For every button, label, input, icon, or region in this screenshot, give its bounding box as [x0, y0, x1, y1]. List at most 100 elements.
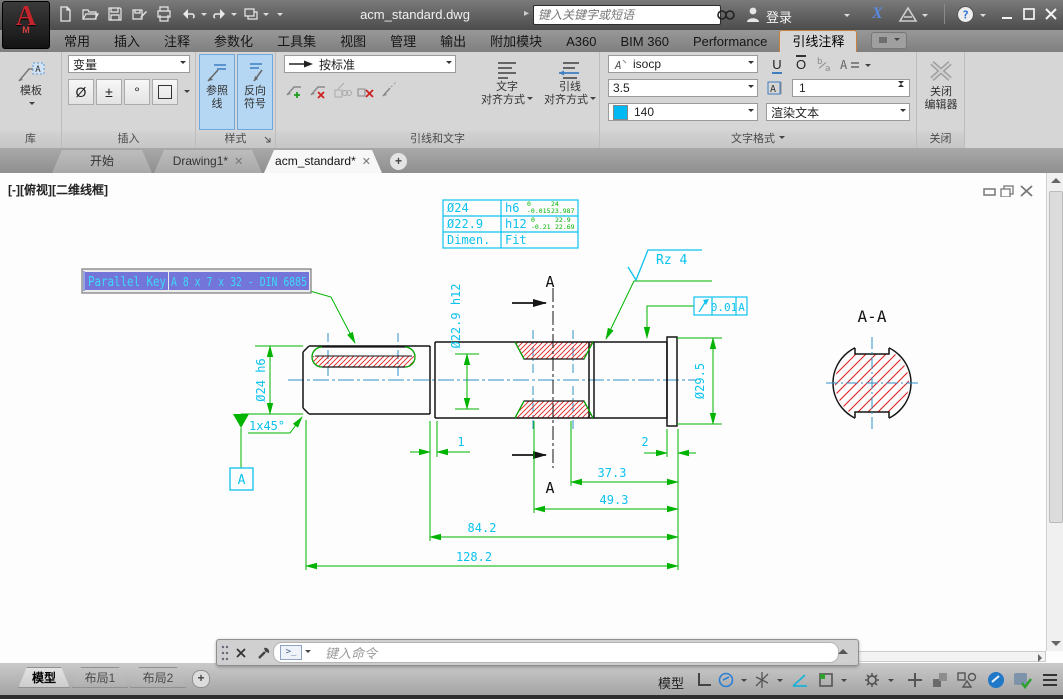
maximize-button[interactable]	[1018, 6, 1040, 22]
command-input[interactable]: >_ 键入命令	[273, 642, 839, 663]
settings-dropdown-icon[interactable]	[888, 679, 894, 685]
tab-insert[interactable]: 插入	[102, 31, 152, 52]
a360-icon[interactable]	[898, 6, 918, 26]
degree-symbol-button[interactable]: °	[124, 79, 150, 105]
dynamic-input-icon[interactable]	[716, 670, 736, 690]
scroll-down-icon[interactable]	[1051, 641, 1061, 646]
grid-icon[interactable]	[694, 670, 714, 690]
reverse-symbol-toggle[interactable]: 反向 符号	[237, 54, 273, 130]
tracking-spinner[interactable]: 1	[792, 79, 910, 97]
new-layout-button[interactable]: +	[192, 670, 210, 688]
layout-tab-layout1[interactable]: 布局1	[72, 667, 128, 688]
fits-table[interactable]: Ø24 h6 Ø22.9 h12 Dimen. Fit 0 -0.015 24 …	[442, 199, 579, 249]
chamfer-note[interactable]: 1x45°	[248, 416, 303, 434]
osnap-dropdown-icon[interactable]	[841, 679, 847, 685]
annotation-objects-icon[interactable]	[956, 670, 977, 690]
redo-dropdown-icon[interactable]	[231, 13, 237, 19]
close-editor-button[interactable]: 关闭 编辑器	[919, 54, 963, 130]
add-leader-icon[interactable]	[284, 80, 304, 100]
tab-annotate[interactable]: 注释	[152, 31, 202, 52]
text-align-button[interactable]: 文字 对齐方式	[476, 54, 538, 130]
mtext-editor[interactable]: Parallel Key A 8 x 7 x 32 - DIN 6885	[81, 268, 356, 344]
underline-button[interactable]: U	[766, 55, 788, 74]
drawing-canvas[interactable]: [-][俯视][二维线框] A A Ø24 h6 Ø22.9 h12 Ø29.5…	[0, 173, 1046, 662]
diameter-symbol-button[interactable]: Ø	[68, 79, 94, 105]
qat-customize-icon[interactable]	[277, 13, 283, 19]
application-menu-button[interactable]: A M	[2, 1, 50, 49]
variable-combo[interactable]: 变量	[68, 55, 190, 73]
feature-control-frame[interactable]: 0.01 A	[643, 296, 748, 339]
reference-line-toggle[interactable]: 参照 线	[199, 54, 235, 130]
command-customize-icon[interactable]	[256, 645, 272, 661]
command-grip-icon[interactable]	[220, 644, 230, 662]
layout-tab-layout2[interactable]: 布局2	[130, 667, 186, 688]
workspace-icon[interactable]	[242, 5, 262, 25]
tab-leader-annotation[interactable]: 引线注释	[779, 30, 858, 52]
isometric-drafting-icon[interactable]	[752, 670, 772, 690]
command-line[interactable]: >_ 键入命令	[216, 639, 859, 666]
stack-button[interactable]: ba	[814, 55, 836, 74]
overline-button[interactable]: O	[790, 55, 812, 74]
dangling-leader-icon[interactable]	[380, 80, 400, 100]
layout-tab-model[interactable]: 模型	[18, 667, 70, 688]
selection-cycling-icon[interactable]	[905, 670, 925, 690]
drawing-view[interactable]: A A Ø24 h6 Ø22.9 h12 Ø29.5 1 2 37.3 49.3…	[0, 173, 1046, 662]
open-file-icon[interactable]	[81, 5, 101, 25]
file-tab-acm-standard[interactable]: acm_standard* ✕	[264, 150, 382, 173]
isolate-objects-icon[interactable]	[1012, 670, 1032, 690]
annotative-button[interactable]: A	[766, 79, 788, 98]
tab-view[interactable]: 视图	[328, 31, 378, 52]
close-tab-icon[interactable]: ✕	[234, 156, 243, 168]
render-text-combo[interactable]: 渲染文本	[766, 103, 910, 121]
user-icon[interactable]	[745, 6, 765, 26]
undo-dropdown-icon[interactable]	[201, 13, 207, 19]
new-drawing-tab-button[interactable]: +	[390, 153, 407, 170]
style-dialog-launcher-icon[interactable]	[264, 136, 272, 144]
detach-content-icon[interactable]	[356, 80, 376, 100]
viewport-close-icon[interactable]	[1019, 185, 1034, 197]
customization-menu-icon[interactable]	[1040, 670, 1060, 690]
command-close-icon[interactable]	[234, 646, 248, 660]
text-case-button[interactable]: A	[838, 55, 871, 74]
panel-leader-text-label[interactable]: 引线和文字	[276, 131, 599, 148]
hardware-acceleration-icon[interactable]	[986, 670, 1006, 690]
isometric-dropdown-icon[interactable]	[777, 679, 783, 685]
shaft-outline[interactable]	[302, 336, 678, 427]
new-file-icon[interactable]	[56, 5, 76, 25]
tab-bim360[interactable]: BIM 360	[609, 31, 681, 52]
object-snap-icon[interactable]	[816, 670, 836, 690]
scroll-up-icon[interactable]	[1051, 178, 1061, 183]
command-prompt-icon[interactable]: >_	[280, 645, 302, 660]
text-height-combo[interactable]: 3.5	[608, 79, 758, 97]
leader-align-button[interactable]: 引线 对齐方式	[542, 54, 598, 130]
model-space-toggle[interactable]: 模型	[658, 673, 684, 692]
leader-style-combo[interactable]: 按标准	[284, 55, 456, 73]
command-expand-icon[interactable]	[838, 649, 848, 654]
font-combo[interactable]: A isocp	[608, 55, 758, 73]
file-tab-start[interactable]: 开始	[52, 150, 152, 173]
a360-dropdown-icon[interactable]	[922, 14, 928, 20]
attach-content-icon[interactable]	[332, 80, 352, 100]
viewport-minimize-icon[interactable]	[982, 185, 997, 197]
settings-gear-icon[interactable]	[862, 670, 882, 690]
surface-roughness[interactable]: Rz 4	[605, 249, 712, 340]
minimize-button[interactable]	[996, 6, 1018, 22]
tab-home[interactable]: 常用	[52, 31, 102, 52]
text-color-combo[interactable]: 140	[608, 103, 758, 121]
symbol-more-dropdown-icon[interactable]	[184, 90, 190, 96]
section-view-AA[interactable]: A-A	[826, 307, 918, 430]
remove-leader-icon[interactable]	[308, 80, 328, 100]
dimensions[interactable]	[241, 337, 722, 570]
ribbon-minimize-button[interactable]	[871, 32, 908, 49]
exchange-apps-icon[interactable]: X	[872, 5, 883, 23]
help-icon[interactable]: ?	[956, 5, 976, 25]
search-input[interactable]	[533, 5, 721, 25]
help-dropdown-icon[interactable]	[980, 14, 986, 20]
tab-addins[interactable]: 附加模块	[478, 31, 554, 52]
panel-close-label[interactable]: 关闭	[917, 131, 964, 148]
search-icon[interactable]	[716, 7, 736, 27]
close-button[interactable]	[1040, 6, 1062, 22]
save-icon[interactable]	[106, 5, 126, 25]
template-button[interactable]: A 模板	[6, 54, 56, 130]
workspace-dropdown-icon[interactable]	[263, 13, 269, 19]
